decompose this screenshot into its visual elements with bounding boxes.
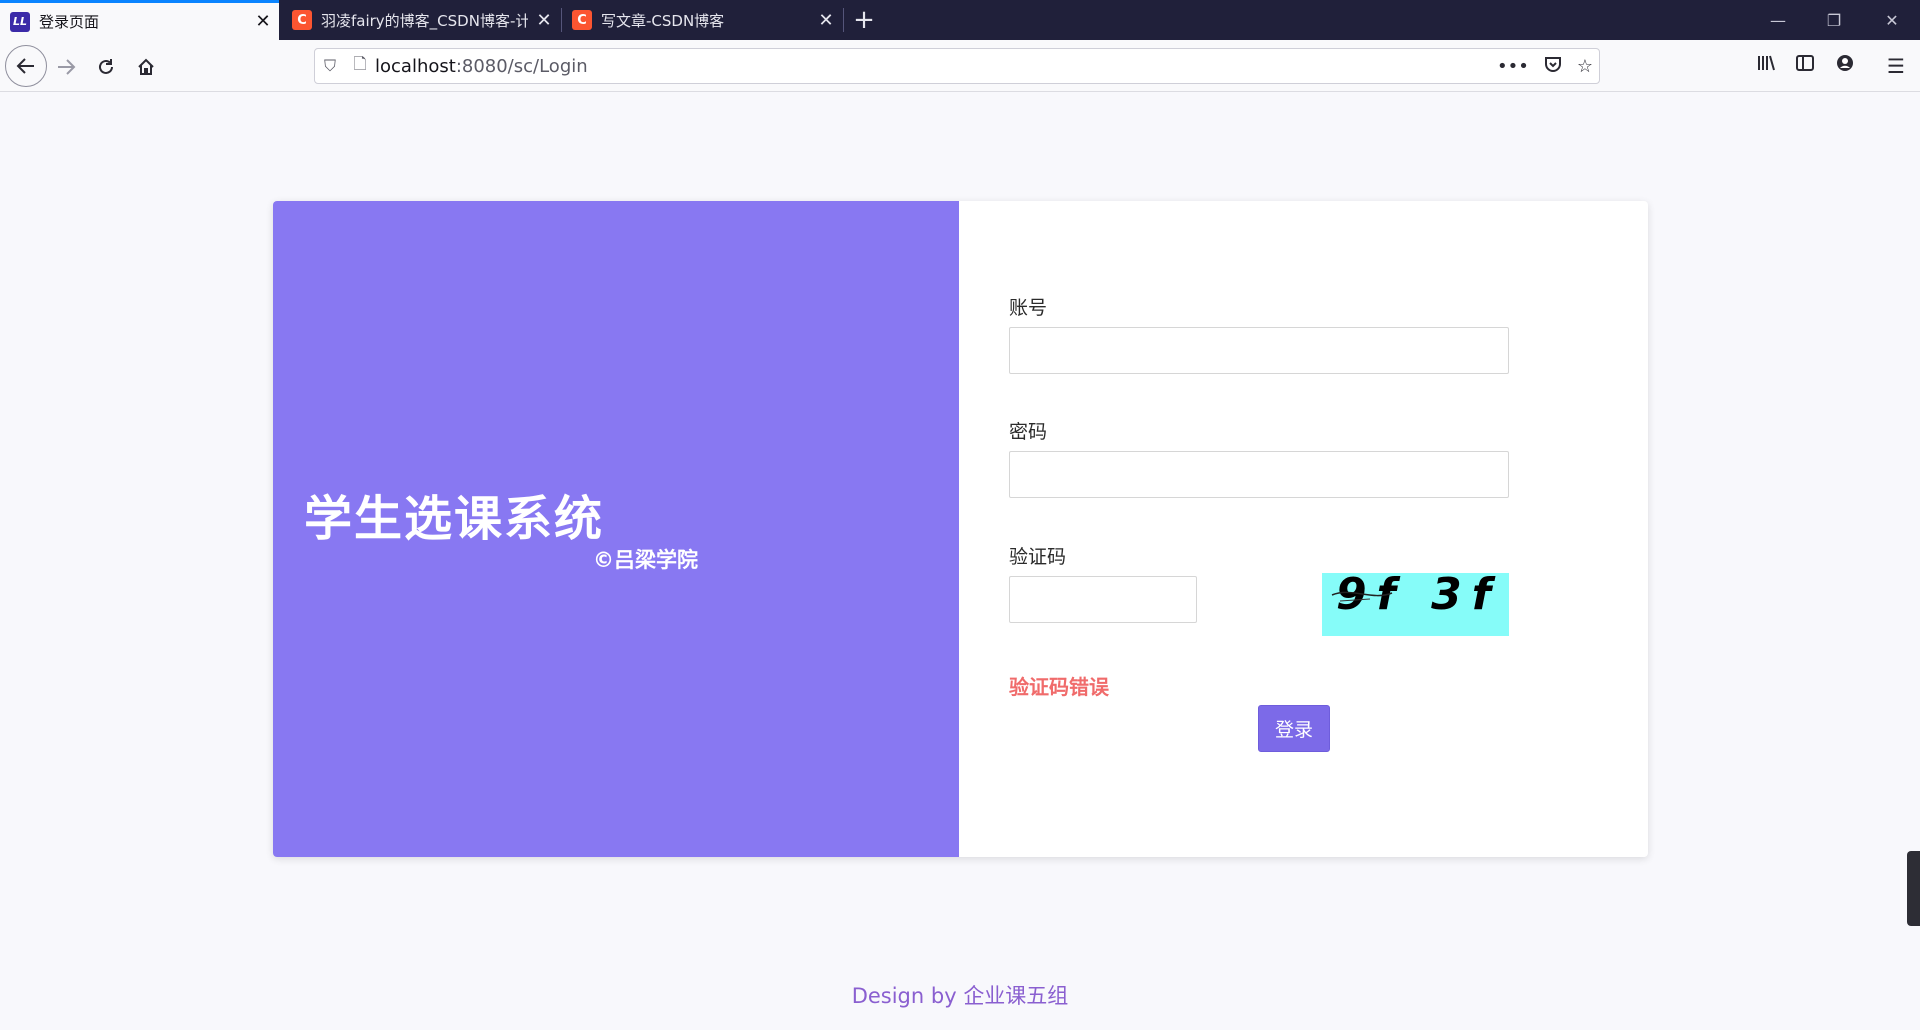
new-tab-button[interactable]: + [846, 0, 882, 40]
arrow-left-icon [16, 58, 34, 74]
browser-tab-bar: LL 登录页面 ✕ C 羽凌fairy的博客_CSDN博客-计 ✕ C 写文章-… [0, 0, 1920, 40]
close-tab-icon[interactable]: ✕ [247, 11, 279, 32]
shield-icon[interactable]: ⛉ [315, 56, 345, 76]
close-tab-icon[interactable]: ✕ [528, 10, 560, 31]
tab-login-page[interactable]: LL 登录页面 ✕ [0, 0, 279, 40]
tab-title: 羽凌fairy的博客_CSDN博客-计 [321, 11, 528, 30]
password-input[interactable] [1009, 451, 1509, 498]
forward-button[interactable] [46, 47, 86, 87]
login-card: 学生选课系统 ©吕梁学院 账号 密码 验证码 9f 3f 验证码错误 登录 [273, 201, 1648, 857]
error-message: 验证码错误 [1009, 675, 1109, 699]
captcha-code-text: 9f 3f [1336, 573, 1501, 620]
sidebar-icon[interactable] [1791, 52, 1819, 80]
library-icon[interactable] [1752, 52, 1780, 80]
tab-write-article[interactable]: C 写文章-CSDN博客 ✕ [562, 0, 842, 40]
password-label: 密码 [1009, 421, 1048, 443]
close-tab-icon[interactable]: ✕ [810, 10, 842, 31]
footer-credit: Design by 企业课五组 [0, 980, 1920, 1010]
account-label: 账号 [1009, 297, 1048, 319]
side-widget-handle[interactable] [1907, 851, 1920, 926]
tab-separator [843, 8, 844, 32]
hero-panel: 学生选课系统 ©吕梁学院 [273, 201, 959, 857]
reload-button[interactable] [86, 47, 126, 87]
close-window-icon[interactable]: ✕ [1864, 0, 1920, 40]
system-title: 学生选课系统 [304, 491, 605, 547]
url-path: :8080/sc/Login [455, 55, 588, 77]
school-credit: ©吕梁学院 [593, 548, 698, 572]
footer-prefix: Design by [851, 984, 964, 1008]
arrow-right-icon [58, 59, 76, 75]
more-actions-icon[interactable]: ••• [1497, 56, 1529, 77]
pocket-icon[interactable] [1543, 54, 1563, 79]
tab-csdn-blog[interactable]: C 羽凌fairy的博客_CSDN博客-计 ✕ [282, 0, 560, 40]
minimize-window-icon[interactable]: — [1750, 0, 1806, 40]
bookmark-star-icon[interactable]: ☆ [1577, 56, 1593, 77]
csdn-favicon-icon: C [292, 10, 312, 30]
login-button[interactable]: 登录 [1258, 705, 1330, 752]
tab-title: 写文章-CSDN博客 [601, 11, 725, 30]
address-bar[interactable]: ⛉ 🗋 localhost :8080/sc/Login ••• ☆ [314, 48, 1600, 84]
footer-team: 企业课五组 [963, 984, 1069, 1008]
tab-title: 登录页面 [39, 13, 100, 31]
home-icon [138, 58, 154, 75]
url-host: localhost [375, 55, 456, 77]
reload-icon [99, 59, 113, 74]
browser-nav-bar: ⛉ 🗋 localhost :8080/sc/Login ••• ☆ ☰ [0, 40, 1920, 92]
menu-icon[interactable]: ☰ [1882, 52, 1910, 80]
account-icon[interactable] [1831, 52, 1859, 80]
csdn-favicon-icon: C [572, 10, 592, 30]
restore-window-icon[interactable]: ❐ [1806, 0, 1862, 40]
page-icon: 🗋 [353, 53, 367, 73]
captcha-image[interactable]: 9f 3f [1322, 573, 1509, 636]
home-button[interactable] [126, 47, 166, 87]
page-body: 学生选课系统 ©吕梁学院 账号 密码 验证码 9f 3f 验证码错误 登录 De… [0, 92, 1920, 1030]
captcha-label: 验证码 [1009, 546, 1067, 568]
captcha-graphic: 9f 3f [1331, 573, 1501, 620]
back-button[interactable] [5, 45, 47, 87]
account-input[interactable] [1009, 327, 1509, 374]
site-favicon-icon: LL [10, 11, 30, 32]
captcha-input[interactable] [1009, 576, 1197, 623]
